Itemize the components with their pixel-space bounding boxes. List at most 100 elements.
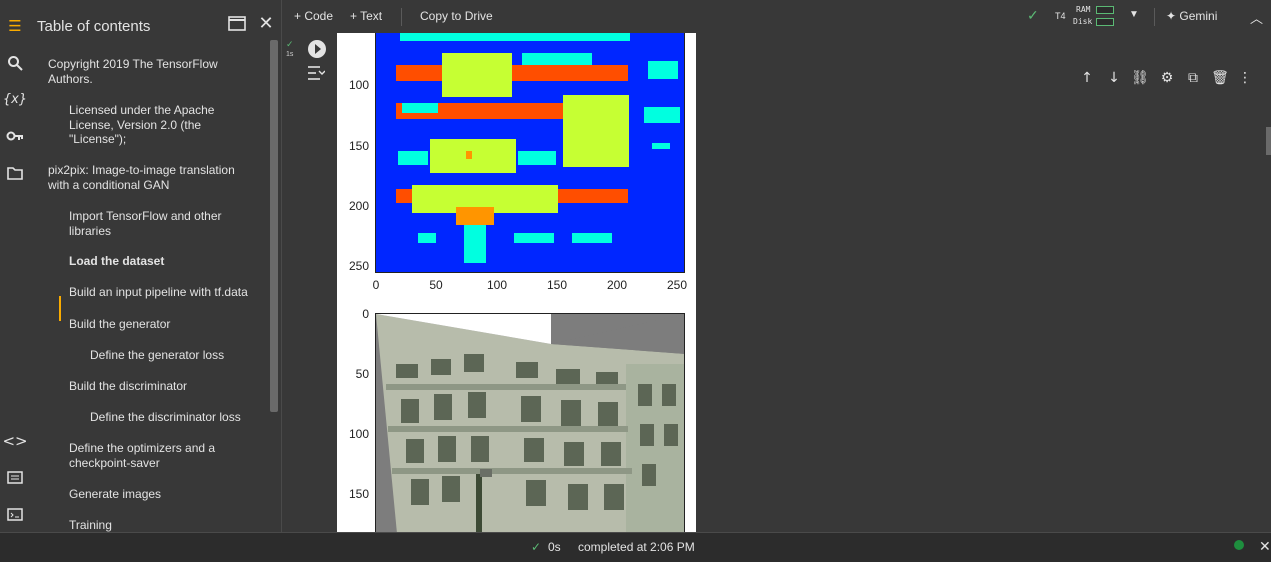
code-snippets-icon[interactable]: <> (2, 430, 27, 452)
plot2-ytick: 100 (348, 427, 369, 441)
toc-item-generate-images[interactable]: Generate images (69, 487, 239, 502)
toc-item-input-pipeline[interactable]: Build an input pipeline with tf.data (69, 285, 259, 300)
plot1-xtick: 0 (372, 278, 380, 292)
cell-exec-time: 1s (286, 51, 294, 58)
toc-item-load-dataset[interactable]: Load the dataset (69, 254, 239, 269)
plot1-xtick: 200 (606, 278, 628, 292)
delete-icon[interactable]: 🗑 (1211, 69, 1229, 87)
toolbar-divider-right (1154, 8, 1155, 26)
facade-block (402, 103, 438, 113)
cell-output: 100 150 200 250 0 50 100 150 200 250 0 5… (337, 33, 696, 532)
toc-icon[interactable]: ☰ (4, 15, 26, 37)
segmentation-map-image (375, 33, 685, 273)
notebook-area: ✓ 1s 100 150 200 250 0 50 100 150 200 25… (283, 33, 1271, 532)
gemini-button[interactable]: ✦ Gemini (1166, 9, 1217, 23)
status-elapsed: 0s (548, 540, 561, 554)
facade-block (464, 225, 486, 263)
status-bar: ✓ 0s completed at 2:06 PM ✕ (0, 532, 1271, 562)
plot1-xtick: 250 (666, 278, 688, 292)
copy-to-drive-button[interactable]: Copy to Drive (420, 9, 493, 23)
toc-item-training[interactable]: Training (69, 518, 239, 532)
toc-active-marker (59, 296, 61, 321)
folder-icon[interactable] (4, 162, 26, 184)
open-in-tab-icon[interactable] (226, 12, 248, 34)
connection-status-icon[interactable] (1234, 540, 1244, 550)
facade-block (652, 143, 670, 149)
key-icon[interactable] (4, 125, 26, 147)
terminal-icon[interactable] (4, 503, 26, 525)
facade-block (522, 53, 592, 65)
toc-item-copyright[interactable]: Copyright 2019 The TensorFlow Authors. (48, 57, 238, 86)
plot1-ytick: 200 (348, 199, 369, 213)
close-status-icon[interactable]: ✕ (1259, 538, 1271, 555)
plot1-ytick: 150 (348, 139, 369, 153)
plot2-ytick: 50 (355, 367, 369, 381)
building-facade-image (375, 313, 685, 532)
toc-item-discriminator-loss[interactable]: Define the discriminator loss (90, 410, 265, 425)
colab-window: ☰ {x} <> Table of contents ✕ Copyright 2… (0, 0, 1271, 562)
facade-block (442, 53, 512, 97)
facade-block (518, 151, 556, 165)
facade-block (456, 207, 494, 225)
facade-block (418, 233, 436, 243)
add-text-button[interactable]: + Text (350, 9, 382, 23)
toc-list: Copyright 2019 The TensorFlow Authors. L… (30, 48, 268, 532)
notebook-toolbar: + Code + Text Copy to Drive ✓ T4 RAM Dis… (283, 0, 1271, 33)
cell-done-check-icon: ✓ (286, 39, 294, 49)
toc-title: Table of contents (37, 18, 151, 35)
ram-label: RAM (1076, 5, 1091, 14)
toc-item-optimizers[interactable]: Define the optimizers and a checkpoint-s… (69, 441, 229, 470)
add-code-button[interactable]: + Code (294, 9, 333, 23)
toc-item-build-generator[interactable]: Build the generator (69, 317, 239, 332)
toc-item-build-discriminator[interactable]: Build the discriminator (69, 379, 239, 394)
side-icon-rail: ☰ {x} <> (0, 0, 30, 532)
cell-toolbar: ↑ ↓ ⛓ ⚙ ⧉ 🗑 ⋮ (1076, 63, 1256, 93)
output-actions-icon[interactable] (307, 65, 327, 83)
toc-item-generator-loss[interactable]: Define the generator loss (90, 348, 260, 363)
toc-item-import[interactable]: Import TensorFlow and other libraries (69, 209, 239, 238)
toolbar-divider (401, 8, 402, 26)
chevron-down-icon[interactable]: ▼ (1129, 9, 1139, 20)
facade-block (430, 139, 516, 173)
link-icon[interactable]: ⛓ (1131, 69, 1149, 87)
connected-check-icon: ✓ (1027, 7, 1039, 23)
plot1-xtick: 100 (486, 278, 508, 292)
disk-meter[interactable] (1096, 18, 1114, 26)
toc-header: Table of contents ✕ (30, 0, 282, 48)
ram-meter[interactable] (1096, 6, 1114, 14)
command-palette-icon[interactable] (4, 466, 26, 488)
collapse-header-icon[interactable]: ︿ (1250, 8, 1263, 27)
plot1-xtick: 50 (429, 278, 443, 292)
plot1-ytick: 250 (348, 259, 369, 273)
plot1-ytick: 100 (348, 78, 369, 92)
facade-block (396, 65, 628, 81)
search-icon[interactable] (4, 52, 26, 74)
more-options-icon[interactable]: ⋮ (1236, 69, 1254, 87)
move-cell-down-icon[interactable]: ↓ (1105, 69, 1123, 87)
disk-label: Disk (1073, 17, 1093, 26)
status-check-icon: ✓ (531, 540, 542, 554)
facade-block (466, 151, 472, 159)
facade-block (514, 233, 554, 243)
runtime-type[interactable]: T4 (1055, 11, 1066, 21)
table-of-contents-panel: Table of contents ✕ Copyright 2019 The T… (30, 0, 282, 532)
plot2-ytick: 150 (348, 487, 369, 501)
toc-item-pix2pix[interactable]: pix2pix: Image-to-image translation with… (48, 163, 248, 192)
facade-block (563, 95, 629, 167)
run-cell-button[interactable] (308, 40, 326, 58)
facade-block (398, 151, 428, 165)
facade-block (648, 61, 678, 79)
mirror-cell-icon[interactable]: ⧉ (1184, 69, 1202, 87)
gear-icon[interactable]: ⚙ (1158, 69, 1176, 87)
plot1-xtick: 150 (546, 278, 568, 292)
notebook-scrollbar[interactable] (1266, 127, 1271, 155)
facade-block (400, 33, 630, 41)
toc-item-license[interactable]: Licensed under the Apache License, Versi… (69, 103, 229, 147)
close-icon[interactable]: ✕ (255, 12, 277, 34)
facade-block (572, 233, 612, 243)
status-message: completed at 2:06 PM (578, 540, 695, 554)
move-cell-up-icon[interactable]: ↑ (1078, 69, 1096, 87)
toc-scrollbar[interactable] (270, 40, 278, 412)
variables-icon[interactable]: {x} (3, 88, 27, 110)
facade-block (644, 107, 680, 123)
